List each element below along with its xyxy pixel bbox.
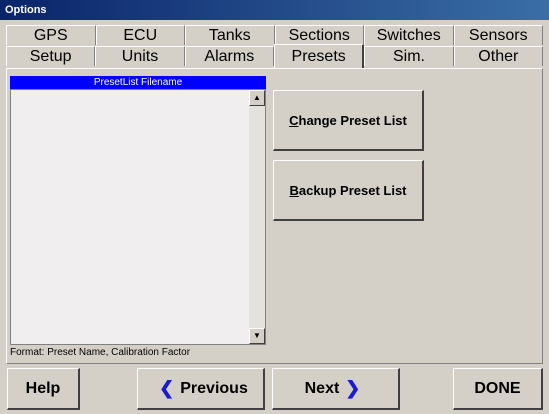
tab-tanks[interactable]: Tanks	[185, 25, 275, 45]
tab-switches[interactable]: Switches	[364, 25, 454, 45]
preset-list[interactable]: ▲ ▼	[10, 89, 266, 345]
tab-alarms[interactable]: Alarms	[184, 46, 274, 66]
tab-row-2: Setup Units Alarms Presets Sim. Other	[6, 44, 543, 68]
help-label: Help	[25, 379, 61, 397]
footer-bar: Help ❮ Previous Next ❯ DONE	[0, 364, 549, 414]
change-accel-key: C	[289, 112, 299, 128]
tab-setup[interactable]: Setup	[6, 46, 96, 66]
change-preset-list-button[interactable]: Change Preset List	[273, 90, 424, 151]
done-button[interactable]: DONE	[453, 368, 543, 410]
preset-list-header: PresetList Filename	[10, 76, 266, 89]
tab-ecu[interactable]: ECU	[95, 25, 185, 45]
done-label: DONE	[474, 379, 521, 397]
tab-row-1: GPS ECU Tanks Sections Switches Sensors	[6, 25, 543, 45]
tab-sensors[interactable]: Sensors	[453, 25, 543, 45]
format-note: Format: Preset Name, Calibration Factor	[10, 347, 191, 358]
scroll-down-icon[interactable]: ▼	[249, 328, 265, 344]
backup-accel-key: B	[289, 182, 299, 198]
next-button[interactable]: Next ❯	[272, 368, 400, 410]
tab-units[interactable]: Units	[95, 46, 185, 66]
tab-gps[interactable]: GPS	[6, 25, 96, 45]
preset-list-scrollbar[interactable]: ▲ ▼	[249, 90, 265, 344]
tab-other[interactable]: Other	[453, 46, 543, 66]
backup-button-label: ackup Preset List	[298, 182, 407, 198]
arrow-right-icon: ❯	[345, 378, 361, 398]
backup-preset-list-button[interactable]: Backup Preset List	[273, 160, 424, 221]
window-title: Options	[0, 0, 549, 20]
preset-list-content[interactable]	[11, 90, 249, 344]
previous-button[interactable]: ❮ Previous	[137, 368, 265, 410]
arrow-left-icon: ❮	[159, 378, 175, 398]
tab-sections[interactable]: Sections	[274, 25, 364, 45]
next-label: Next	[304, 379, 340, 397]
tab-sim[interactable]: Sim.	[364, 46, 454, 66]
previous-label: Previous	[180, 379, 248, 397]
help-button[interactable]: Help	[7, 368, 80, 410]
change-button-label: hange Preset List	[298, 112, 407, 128]
scroll-up-icon[interactable]: ▲	[249, 90, 265, 106]
tab-presets[interactable]: Presets	[273, 44, 365, 68]
